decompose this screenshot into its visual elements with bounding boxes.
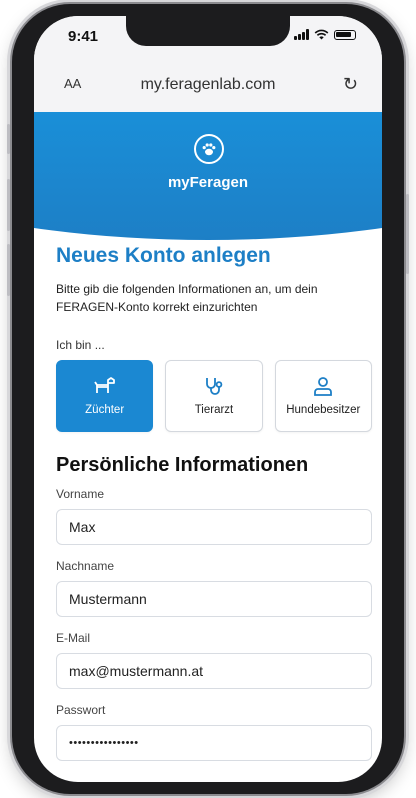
role-option-zuechter[interactable]: Züchter [56,360,154,432]
role-prompt: Ich bin ... [56,338,105,352]
paw-logo-icon [194,134,224,164]
role-option-hundebesitzer[interactable]: Hundebesitzer [274,360,372,432]
role-option-tierarzt[interactable]: Tierarzt [165,360,263,432]
reload-icon[interactable]: ↻ [343,74,358,95]
password-field[interactable]: •••••••••••••••• [56,725,372,761]
role-selector: Züchter Tierarzt Hundebesitzer [56,360,372,432]
url-text[interactable]: my.feragenlab.com [34,76,382,94]
password-label: Passwort [56,703,106,717]
email-field[interactable]: max@mustermann.at [56,653,372,689]
notch [126,16,290,46]
battery-icon [334,29,356,40]
wifi-icon [314,29,329,40]
section-title: Persönliche Informationen [56,454,309,476]
password-value: •••••••••••••••• [69,737,139,749]
power-button [406,194,409,274]
phone-screen: 9:41 AA my.feragenlab.com ↻ myFeragen Ne… [34,16,382,782]
email-label: E-Mail [56,631,91,645]
dog-icon [93,377,115,393]
email-value: max@mustermann.at [69,663,204,679]
user-icon [314,377,333,396]
stethoscope-icon [206,378,223,395]
volume-up-button [7,179,10,231]
intro-text: Bitte gib die folgenden Informationen an… [56,282,318,314]
first-name-value: Max [69,519,96,535]
last-name-field[interactable]: Mustermann [56,581,372,617]
status-time: 9:41 [68,28,99,45]
volume-down-button [7,244,10,296]
browser-url-bar[interactable]: AA my.feragenlab.com ↻ [34,60,382,113]
status-icons [294,29,356,40]
brand-name: myFeragen [167,174,249,191]
role-label: Züchter [85,404,125,416]
last-name-label: Nachname [56,559,115,573]
status-bar: 9:41 [34,16,382,60]
signal-icon [294,29,309,40]
signup-form: Neues Konto anlegen Bitte gib die folgen… [56,244,372,761]
first-name-field[interactable]: Max [56,509,372,545]
page-title: Neues Konto anlegen [56,244,271,267]
app-header: myFeragen [34,112,382,240]
last-name-value: Mustermann [69,591,147,607]
first-name-label: Vorname [56,487,105,501]
role-label: Hundebesitzer [286,404,361,416]
role-label: Tierarzt [194,404,234,416]
mute-switch [7,124,10,154]
